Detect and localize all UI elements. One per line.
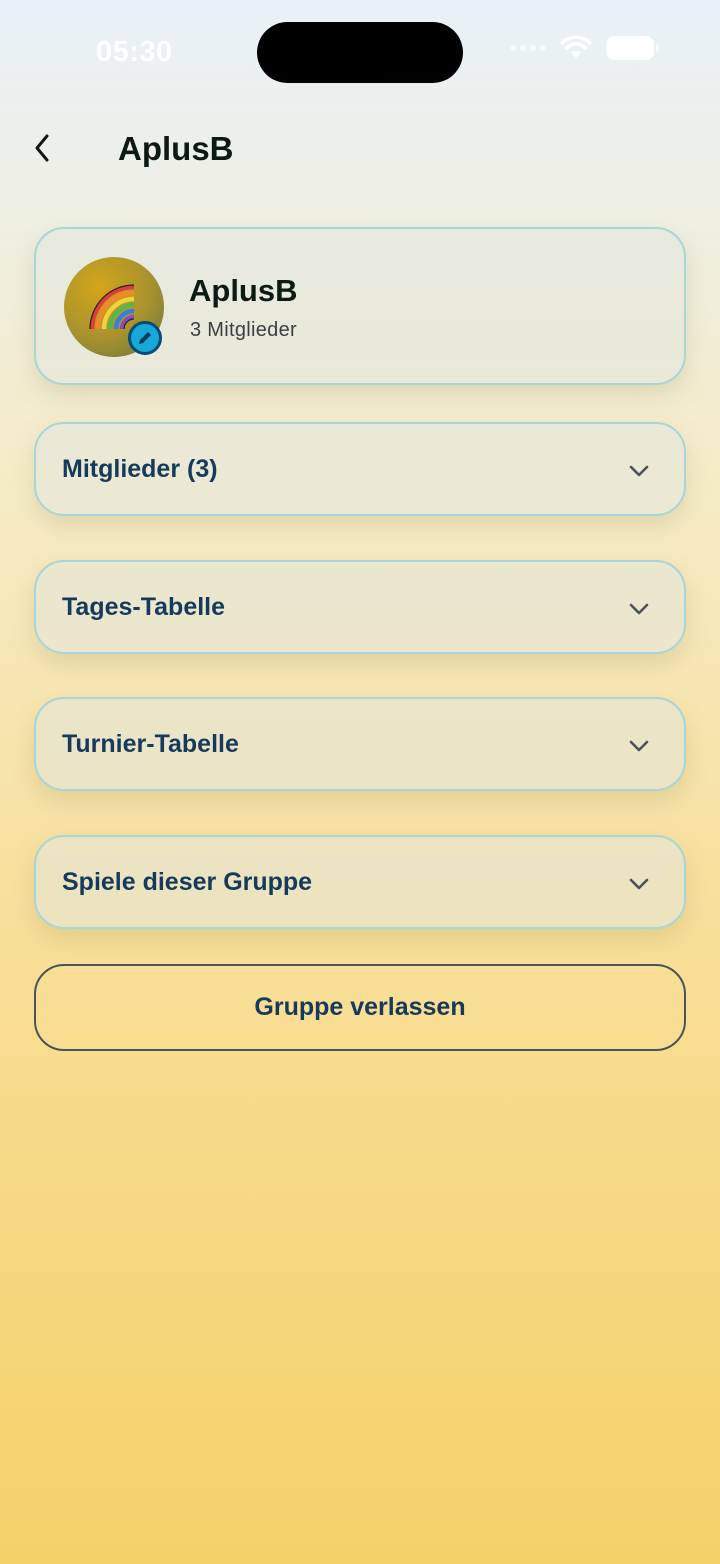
battery-icon xyxy=(606,36,659,60)
section-group-games[interactable]: Spiele dieser Gruppe xyxy=(34,835,686,929)
group-avatar[interactable] xyxy=(64,257,164,357)
chevron-down-icon xyxy=(629,740,649,752)
section-members[interactable]: Mitglieder (3) xyxy=(34,422,686,516)
edit-avatar-button[interactable] xyxy=(128,321,162,355)
page-title: AplusB xyxy=(118,130,234,167)
member-count: 3 Mitglieder xyxy=(190,319,297,341)
chevron-down-icon xyxy=(629,878,649,890)
section-daily-table[interactable]: Tages-Tabelle xyxy=(34,560,686,654)
chevron-down-icon xyxy=(629,465,649,477)
chevron-left-icon xyxy=(35,134,49,162)
wifi-icon xyxy=(560,36,592,58)
section-members-label: Mitglieder (3) xyxy=(62,455,218,483)
status-icons xyxy=(510,36,659,60)
section-tournament-table-label: Turnier-Tabelle xyxy=(62,730,239,758)
leave-group-button[interactable]: Gruppe verlassen xyxy=(34,964,686,1051)
cellular-signal-icon xyxy=(510,45,546,51)
section-tournament-table[interactable]: Turnier-Tabelle xyxy=(34,697,686,791)
dynamic-island xyxy=(257,22,463,83)
status-time: 05:30 xyxy=(96,36,173,68)
group-name: AplusB xyxy=(189,273,298,308)
section-group-games-label: Spiele dieser Gruppe xyxy=(62,868,313,896)
pencil-icon xyxy=(139,332,151,344)
chevron-down-icon xyxy=(629,603,649,615)
back-button[interactable] xyxy=(22,128,62,168)
group-profile-card: AplusB 3 Mitglieder xyxy=(34,227,686,385)
section-daily-table-label: Tages-Tabelle xyxy=(62,593,226,621)
